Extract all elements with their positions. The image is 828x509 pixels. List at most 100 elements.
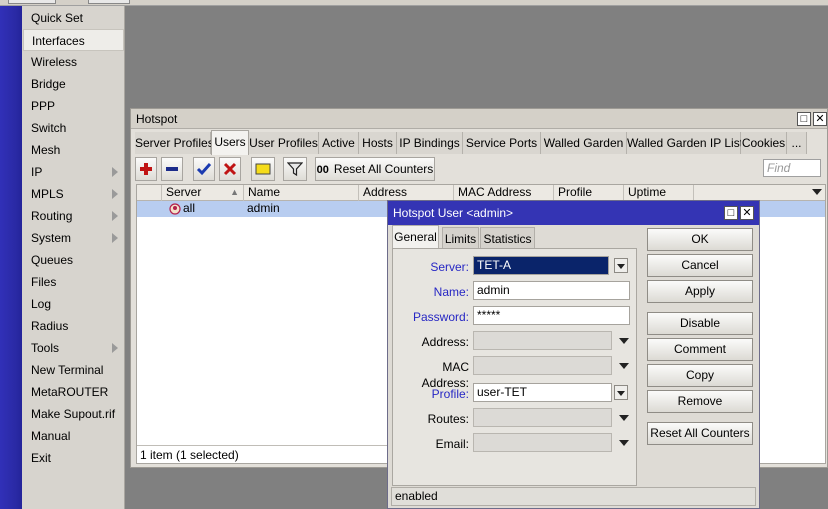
server-select[interactable]: TET-A bbox=[473, 256, 609, 275]
sidebar-item-queues[interactable]: Queues bbox=[23, 249, 124, 271]
column-header-address[interactable]: Address bbox=[359, 185, 454, 201]
sidebar-item-label: New Terminal bbox=[31, 363, 104, 377]
sidebar-item-log[interactable]: Log bbox=[23, 293, 124, 315]
reset-all-counters-button[interactable]: Reset All Counters bbox=[647, 422, 753, 445]
enable-button[interactable] bbox=[193, 157, 215, 181]
mac-address-field[interactable] bbox=[473, 356, 612, 375]
tab-statistics[interactable]: Statistics bbox=[480, 227, 535, 249]
tab-user-profiles[interactable]: User Profiles bbox=[249, 132, 319, 154]
tab-active[interactable]: Active bbox=[319, 132, 359, 154]
filter-icon bbox=[286, 162, 304, 177]
sidebar-item-exit[interactable]: Exit bbox=[23, 447, 124, 469]
maximize-icon[interactable]: □ bbox=[724, 206, 738, 220]
address-field[interactable] bbox=[473, 331, 612, 350]
toolbar-safe-mode-button[interactable] bbox=[88, 0, 130, 4]
column-header-profile[interactable]: Profile bbox=[554, 185, 624, 201]
tab-more[interactable]: ... bbox=[787, 132, 807, 154]
email-field[interactable] bbox=[473, 433, 612, 452]
tab-ip-bindings[interactable]: IP Bindings bbox=[397, 132, 463, 154]
disable-button[interactable]: Disable bbox=[647, 312, 753, 335]
routes-field[interactable] bbox=[473, 408, 612, 427]
sidebar-item-switch[interactable]: Switch bbox=[23, 117, 124, 139]
sidebar-item-mpls[interactable]: MPLS bbox=[23, 183, 124, 205]
tab-limits[interactable]: Limits bbox=[442, 227, 479, 249]
sidebar-item-mesh[interactable]: Mesh bbox=[23, 139, 124, 161]
comment-button[interactable]: Comment bbox=[647, 338, 753, 361]
sidebar-item-bridge[interactable]: Bridge bbox=[23, 73, 124, 95]
chevron-down-icon[interactable] bbox=[618, 437, 630, 449]
ok-button[interactable]: OK bbox=[647, 228, 753, 251]
tab-cookies[interactable]: Cookies bbox=[741, 132, 787, 154]
chevron-down-icon[interactable] bbox=[614, 385, 628, 400]
columns-menu-icon[interactable] bbox=[812, 189, 822, 195]
sidebar-item-label: Queues bbox=[31, 253, 74, 267]
sidebar-item-quick-set[interactable]: Quick Set bbox=[23, 7, 124, 29]
hotspot-window-title: Hotspot bbox=[131, 109, 827, 129]
reset-all-counters-label: Reset All Counters bbox=[333, 162, 434, 176]
sidebar-item-label: Wireless bbox=[31, 55, 78, 69]
toolbar-undo-button[interactable] bbox=[8, 0, 56, 4]
sidebar-item-metarouter[interactable]: MetaROUTER bbox=[23, 381, 124, 403]
column-header-server[interactable]: Server ▲ bbox=[162, 185, 244, 201]
sidebar-item-label: Interfaces bbox=[32, 34, 85, 48]
sidebar-item-label: Manual bbox=[31, 429, 71, 443]
sidebar-item-label: Routing bbox=[31, 209, 73, 223]
tab-general[interactable]: General bbox=[392, 225, 439, 249]
apply-button[interactable]: Apply bbox=[647, 280, 753, 303]
close-icon[interactable]: ✕ bbox=[740, 206, 754, 220]
name-field[interactable]: admin bbox=[473, 281, 630, 300]
comment-button[interactable] bbox=[251, 157, 275, 181]
tab-users[interactable]: Users bbox=[211, 130, 249, 155]
sidebar-item-tools[interactable]: Tools bbox=[23, 337, 124, 359]
remove-button[interactable]: Remove bbox=[647, 390, 753, 413]
address-label: Address: bbox=[421, 335, 469, 349]
table-header: Server ▲ Name Address MAC Address Profile… bbox=[137, 185, 825, 201]
routes-label: Routes: bbox=[427, 412, 469, 426]
find-input[interactable]: Find bbox=[763, 159, 821, 177]
row-server: all bbox=[183, 201, 196, 215]
tab-walled-garden[interactable]: Walled Garden bbox=[541, 132, 627, 154]
sidebar-item-new-terminal[interactable]: New Terminal bbox=[23, 359, 124, 381]
filter-button[interactable] bbox=[283, 157, 307, 181]
profile-select[interactable]: user-TET bbox=[473, 383, 612, 402]
column-header-blank bbox=[137, 185, 162, 201]
sidebar-item-ppp[interactable]: PPP bbox=[23, 95, 124, 117]
sidebar-item-label: Bridge bbox=[31, 77, 66, 91]
chevron-down-icon[interactable] bbox=[614, 258, 628, 273]
brand-bar bbox=[0, 6, 22, 509]
column-header-mac-address[interactable]: MAC Address bbox=[454, 185, 554, 201]
remove-button[interactable] bbox=[161, 157, 183, 181]
tab-service-ports[interactable]: Service Ports bbox=[463, 132, 541, 154]
tab-hosts[interactable]: Hosts bbox=[359, 132, 397, 154]
disable-button[interactable] bbox=[219, 157, 241, 181]
sidebar-item-interfaces[interactable]: Interfaces bbox=[23, 29, 124, 51]
chevron-right-icon bbox=[112, 343, 118, 353]
sidebar-item-wireless[interactable]: Wireless bbox=[23, 51, 124, 73]
column-header-uptime[interactable]: Uptime bbox=[624, 185, 694, 201]
cancel-button[interactable]: Cancel bbox=[647, 254, 753, 277]
chevron-down-icon[interactable] bbox=[618, 360, 630, 372]
sort-asc-icon: ▲ bbox=[230, 187, 239, 197]
chevron-down-icon[interactable] bbox=[618, 412, 630, 424]
chevron-down-icon[interactable] bbox=[618, 335, 630, 347]
sidebar-item-system[interactable]: System bbox=[23, 227, 124, 249]
sidebar-item-routing[interactable]: Routing bbox=[23, 205, 124, 227]
copy-button[interactable]: Copy bbox=[647, 364, 753, 387]
password-field[interactable]: ***** bbox=[473, 306, 630, 325]
tab-server-profiles[interactable]: Server Profiles bbox=[135, 132, 214, 154]
tab-walled-garden-ip-list[interactable]: Walled Garden IP List bbox=[627, 132, 743, 154]
sidebar-item-manual[interactable]: Manual bbox=[23, 425, 124, 447]
sidebar-item-radius[interactable]: Radius bbox=[23, 315, 124, 337]
maximize-icon[interactable]: □ bbox=[797, 112, 811, 126]
reset-all-counters-button[interactable]: 00 Reset All Counters bbox=[315, 157, 435, 181]
user-icon bbox=[169, 201, 181, 217]
minus-icon bbox=[166, 167, 178, 171]
sidebar-item-files[interactable]: Files bbox=[23, 271, 124, 293]
add-button[interactable] bbox=[135, 157, 157, 181]
column-header-name[interactable]: Name bbox=[244, 185, 359, 201]
general-panel: Server: TET-A Name: admin Password: ****… bbox=[392, 248, 637, 486]
sidebar-item-ip[interactable]: IP bbox=[23, 161, 124, 183]
close-icon[interactable]: ✕ bbox=[813, 112, 827, 126]
hotspot-user-dialog: Hotspot User <admin> □ ✕ General Limits … bbox=[387, 200, 760, 509]
sidebar-item-make-supout-rif[interactable]: Make Supout.rif bbox=[23, 403, 124, 425]
